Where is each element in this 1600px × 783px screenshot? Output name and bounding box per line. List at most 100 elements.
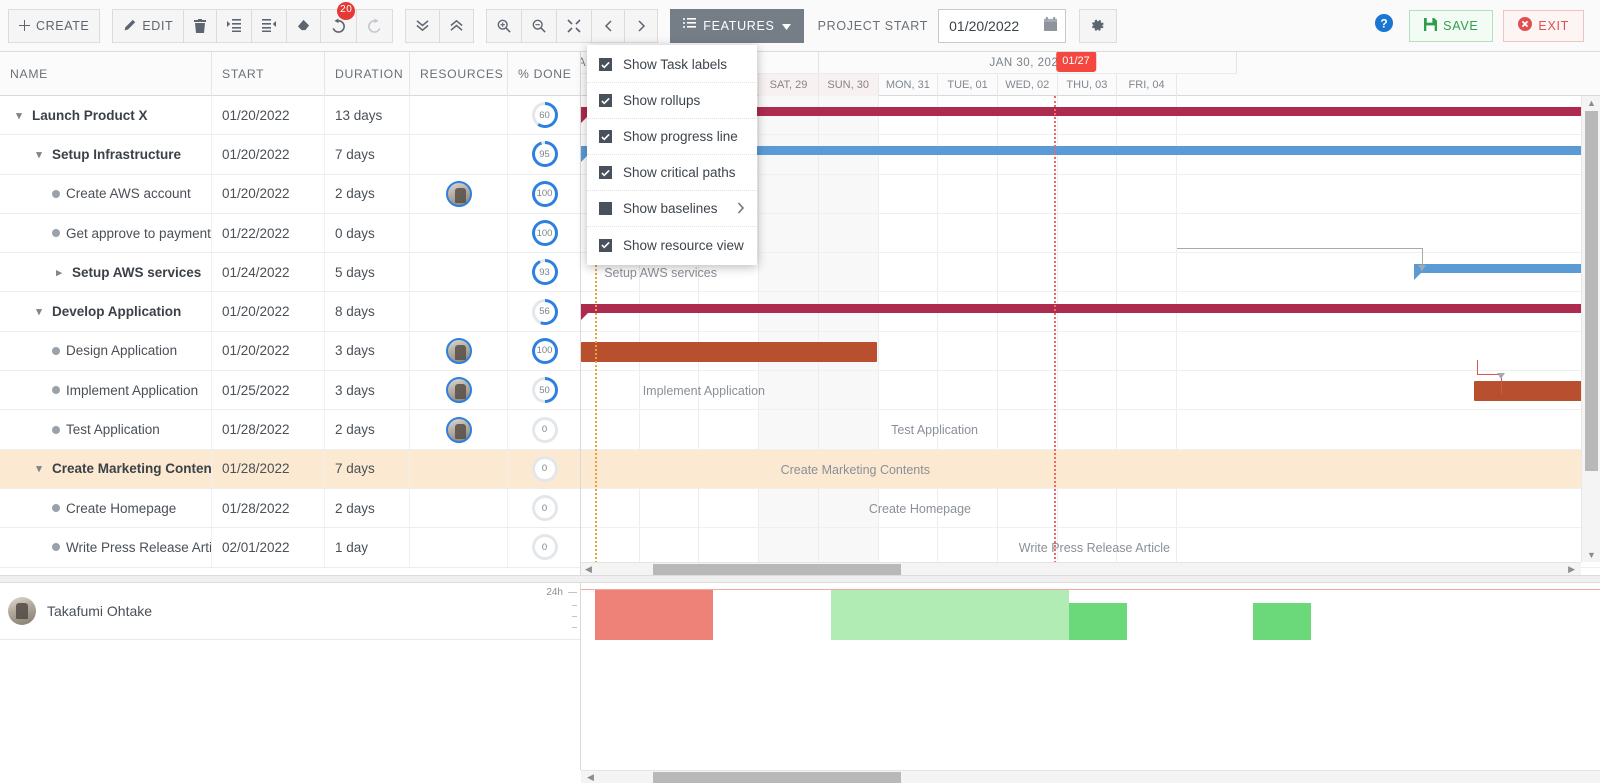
cell-duration[interactable]: 2 days (325, 175, 410, 213)
menu-item-show-critical-paths[interactable]: Show critical paths (587, 155, 757, 191)
cell-resources[interactable] (410, 214, 508, 252)
exit-button[interactable]: EXIT (1503, 10, 1584, 42)
table-row[interactable]: ▾Launch Product X 01/20/2022 13 days 60 (0, 96, 580, 135)
chevron-down-icon[interactable]: ▾ (32, 462, 46, 475)
horizontal-scroll-thumb[interactable] (653, 564, 901, 575)
checkbox-unchecked-icon[interactable] (599, 202, 612, 215)
menu-item-show-progress-line[interactable]: Show progress line (587, 119, 757, 155)
resource-horizontal-scrollbar[interactable]: ◀ (581, 770, 1600, 783)
column-header-pct-done[interactable]: % DONE (508, 52, 581, 96)
res-scroll-left-arrow[interactable]: ◀ (583, 772, 598, 783)
summary-bar[interactable] (581, 304, 1600, 313)
table-row[interactable]: ▸Setup AWS services 01/24/2022 5 days 93 (0, 253, 580, 292)
cell-name[interactable]: Create AWS account (0, 175, 212, 213)
cell-resources[interactable] (410, 96, 508, 134)
cell-start[interactable]: 01/24/2022 (212, 253, 325, 291)
table-row[interactable]: Get approve to payment 01/22/2022 0 days… (0, 214, 580, 253)
menu-item-show-baselines[interactable]: Show baselines (587, 191, 757, 227)
cell-duration[interactable]: 13 days (325, 96, 410, 134)
cell-percent-done[interactable]: 100 (508, 332, 581, 370)
menu-item-show-task-labels[interactable]: Show Task labels (587, 47, 757, 83)
checkbox-checked-icon[interactable] (599, 239, 612, 252)
cell-start[interactable]: 01/20/2022 (212, 135, 325, 173)
cell-percent-done[interactable]: 0 (508, 410, 581, 448)
cell-name[interactable]: Write Press Release Article (0, 528, 212, 566)
table-row[interactable]: ▾Setup Infrastructure 01/20/2022 7 days … (0, 135, 580, 174)
cell-resources[interactable] (410, 175, 508, 213)
table-row[interactable]: Design Application 01/20/2022 3 days 100 (0, 332, 580, 371)
cell-name[interactable]: Design Application (0, 332, 212, 370)
checkbox-checked-icon[interactable] (599, 166, 612, 179)
clear-button[interactable] (286, 9, 321, 43)
zoom-fit-button[interactable] (556, 9, 592, 43)
scroll-down-arrow[interactable]: ▼ (1587, 550, 1596, 560)
table-row[interactable]: Create Homepage 01/28/2022 2 days 0 (0, 489, 580, 528)
redo-button[interactable] (356, 9, 393, 43)
chart-vertical-scrollbar[interactable]: ▲ ▼ (1581, 96, 1600, 562)
gantt-bar[interactable] (581, 342, 877, 362)
cell-percent-done[interactable]: 50 (508, 371, 581, 409)
cell-duration[interactable]: 7 days (325, 450, 410, 488)
chevron-down-icon[interactable]: ▾ (12, 109, 26, 122)
table-row[interactable]: ▾Develop Application 01/20/2022 8 days 5… (0, 292, 580, 331)
cell-duration[interactable]: 0 days (325, 214, 410, 252)
vertical-scroll-thumb[interactable] (1585, 111, 1598, 471)
menu-item-show-rollups[interactable]: Show rollups (587, 83, 757, 119)
save-button[interactable]: SAVE (1409, 10, 1493, 42)
checkbox-checked-icon[interactable] (599, 94, 612, 107)
cell-percent-done[interactable]: 56 (508, 292, 581, 330)
create-button[interactable]: CREATE (8, 9, 100, 43)
cell-duration[interactable]: 2 days (325, 410, 410, 448)
resource-row[interactable]: Takafumi Ohtake (0, 583, 580, 640)
cell-start[interactable]: 01/28/2022 (212, 489, 325, 527)
scroll-up-arrow[interactable]: ▲ (1587, 98, 1596, 108)
cell-start[interactable]: 01/28/2022 (212, 410, 325, 448)
column-header-name[interactable]: NAME (0, 52, 212, 96)
expand-all-button[interactable] (405, 9, 440, 43)
column-header-duration[interactable]: DURATION (325, 52, 410, 96)
cell-name[interactable]: ▾Setup Infrastructure (0, 135, 212, 173)
zoom-in-button[interactable] (486, 9, 522, 43)
settings-button[interactable] (1079, 9, 1117, 43)
cell-start[interactable]: 01/20/2022 (212, 292, 325, 330)
cell-start[interactable]: 01/20/2022 (212, 96, 325, 134)
cell-percent-done[interactable]: 100 (508, 214, 581, 252)
help-icon[interactable]: ? (1375, 14, 1393, 37)
cell-duration[interactable]: 5 days (325, 253, 410, 291)
cell-name[interactable]: Implement Application (0, 371, 212, 409)
cell-name[interactable]: ▾Develop Application (0, 292, 212, 330)
summary-bar[interactable] (1414, 264, 1600, 273)
undo-button[interactable]: 20 (320, 9, 357, 43)
outdent-button[interactable] (251, 9, 287, 43)
resource-scroll-thumb[interactable] (653, 772, 901, 783)
cell-name[interactable]: Get approve to payment (0, 214, 212, 252)
indent-button[interactable] (216, 9, 252, 43)
zoom-out-button[interactable] (521, 9, 557, 43)
cell-percent-done[interactable]: 0 (508, 489, 581, 527)
cell-resources[interactable] (410, 410, 508, 448)
cell-start[interactable]: 02/01/2022 (212, 528, 325, 566)
cell-start[interactable]: 01/22/2022 (212, 214, 325, 252)
cell-start[interactable]: 01/28/2022 (212, 450, 325, 488)
cell-percent-done[interactable]: 95 (508, 135, 581, 173)
cell-name[interactable]: Test Application (0, 410, 212, 448)
resource-splitter[interactable] (0, 575, 1600, 583)
table-row[interactable]: Write Press Release Article 02/01/2022 1… (0, 528, 580, 567)
next-period-button[interactable] (624, 9, 658, 43)
delete-button[interactable] (183, 9, 217, 43)
cell-duration[interactable]: 1 day (325, 528, 410, 566)
cell-resources[interactable] (410, 528, 508, 566)
cell-start[interactable]: 01/20/2022 (212, 332, 325, 370)
chevron-right-icon[interactable]: ▸ (52, 266, 66, 279)
prev-period-button[interactable] (591, 9, 625, 43)
scroll-left-arrow[interactable]: ◀ (581, 564, 596, 575)
menu-item-show-resource-view[interactable]: Show resource view (587, 227, 757, 263)
checkbox-checked-icon[interactable] (599, 58, 612, 71)
chevron-down-icon[interactable]: ▾ (32, 305, 46, 318)
cell-start[interactable]: 01/25/2022 (212, 371, 325, 409)
cell-name[interactable]: Create Homepage (0, 489, 212, 527)
table-row[interactable]: Implement Application 01/25/2022 3 days … (0, 371, 580, 410)
table-row[interactable]: ▾Create Marketing Contents 01/28/2022 7 … (0, 450, 580, 489)
scroll-right-arrow[interactable]: ▶ (1564, 564, 1579, 575)
cell-duration[interactable]: 7 days (325, 135, 410, 173)
